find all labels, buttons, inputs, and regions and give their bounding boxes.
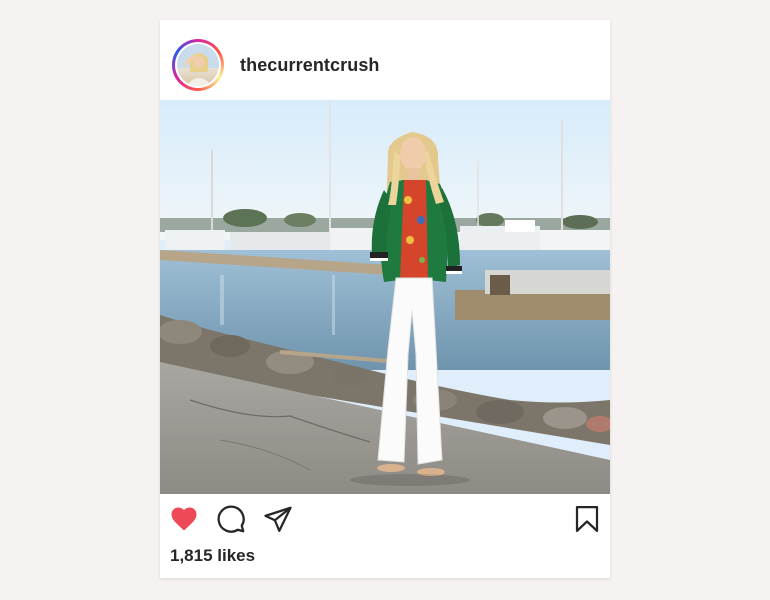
- likes-count[interactable]: 1,815 likes: [170, 546, 255, 566]
- instagram-post-card: thecurrentcrush 1,815 likes: [160, 20, 610, 578]
- bookmark-icon[interactable]: [572, 504, 602, 534]
- avatar[interactable]: [172, 39, 224, 91]
- post-username[interactable]: thecurrentcrush: [240, 55, 380, 76]
- post-header: thecurrentcrush: [160, 20, 610, 100]
- post-actions-bar: [160, 494, 610, 544]
- post-photo[interactable]: [160, 100, 610, 494]
- heart-icon[interactable]: [169, 504, 199, 534]
- comment-icon[interactable]: [216, 504, 246, 534]
- avatar-image: [177, 44, 219, 86]
- paper-plane-icon[interactable]: [263, 504, 293, 534]
